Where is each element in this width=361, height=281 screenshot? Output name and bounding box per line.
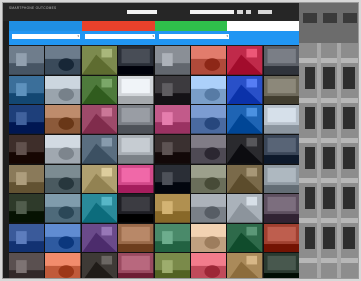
chevron-down-icon: ▾ xyxy=(77,34,79,38)
photo-thumbnail[interactable] xyxy=(9,105,45,134)
photo-thumbnail[interactable] xyxy=(190,105,227,134)
photo-thumbnail[interactable] xyxy=(81,194,118,223)
photo-thumbnail[interactable] xyxy=(227,164,263,194)
photo-thumbnail[interactable] xyxy=(227,253,263,278)
tab-3[interactable] xyxy=(155,21,227,31)
photo-thumbnail[interactable] xyxy=(190,164,227,194)
tab-1[interactable] xyxy=(9,21,82,31)
photo-thumbnail[interactable] xyxy=(45,164,81,194)
photo-thumbnail[interactable] xyxy=(118,194,154,223)
photo-thumbnail[interactable] xyxy=(154,134,190,164)
photo-thumbnail[interactable] xyxy=(45,105,81,134)
app-window: SMARTPHONE OUTCOMES ▾ ▾ ▾ xyxy=(2,2,359,279)
tab-2[interactable] xyxy=(82,21,155,31)
photo-thumbnail[interactable] xyxy=(263,194,299,223)
chevron-down-icon: ▾ xyxy=(152,34,154,38)
photo-thumbnail[interactable] xyxy=(118,105,154,134)
photo-thumbnail[interactable] xyxy=(9,134,45,164)
photo-thumbnail[interactable] xyxy=(81,134,118,164)
photo-thumbnail[interactable] xyxy=(81,105,118,134)
photo-thumbnail[interactable] xyxy=(154,253,190,278)
photo-thumbnail[interactable] xyxy=(154,105,190,134)
photo-thumbnail[interactable] xyxy=(263,46,299,75)
photo-thumbnail[interactable] xyxy=(118,134,154,164)
photo-thumbnail[interactable] xyxy=(45,134,81,164)
photo-thumbnail[interactable] xyxy=(227,46,263,75)
photo-thumbnail[interactable] xyxy=(154,223,190,253)
search-button[interactable] xyxy=(237,10,243,14)
photo-thumbnail[interactable] xyxy=(81,46,118,75)
photo-thumbnail[interactable] xyxy=(154,75,190,105)
filter-select-1[interactable]: ▾ xyxy=(12,34,80,39)
search-input-1[interactable] xyxy=(127,10,157,14)
building-photo xyxy=(299,3,358,278)
category-tabs xyxy=(9,21,299,31)
photo-thumbnail[interactable] xyxy=(227,223,263,253)
photo-thumbnail[interactable] xyxy=(118,253,154,278)
photo-thumbnail[interactable] xyxy=(227,134,263,164)
photo-thumbnail[interactable] xyxy=(154,194,190,223)
chevron-down-icon: ▾ xyxy=(226,34,228,38)
photo-thumbnail[interactable] xyxy=(9,46,45,75)
photo-thumbnail[interactable] xyxy=(154,46,190,75)
photo-thumbnail[interactable] xyxy=(190,134,227,164)
photo-thumbnail[interactable] xyxy=(118,46,154,75)
photo-thumbnail[interactable] xyxy=(45,253,81,278)
photo-thumbnail[interactable] xyxy=(190,46,227,75)
photo-thumbnail[interactable] xyxy=(45,194,81,223)
photo-thumbnail[interactable] xyxy=(118,223,154,253)
photo-thumbnail[interactable] xyxy=(263,134,299,164)
building-facade-image xyxy=(299,3,358,278)
photo-thumbnail[interactable] xyxy=(81,164,118,194)
photo-thumbnail[interactable] xyxy=(227,194,263,223)
photo-thumbnail[interactable] xyxy=(45,75,81,105)
photo-thumbnail[interactable] xyxy=(227,75,263,105)
photo-thumbnail[interactable] xyxy=(9,164,45,194)
photo-thumbnail[interactable] xyxy=(81,223,118,253)
photo-thumbnail[interactable] xyxy=(118,75,154,105)
photo-thumbnail[interactable] xyxy=(263,164,299,194)
photo-thumbnail[interactable] xyxy=(190,75,227,105)
photo-thumbnail[interactable] xyxy=(263,223,299,253)
filter-bar: ▾ ▾ ▾ xyxy=(9,31,299,45)
filter-button[interactable] xyxy=(246,10,251,14)
photo-thumbnail[interactable] xyxy=(45,223,81,253)
search-input-2[interactable] xyxy=(190,10,234,14)
photo-thumbnail[interactable] xyxy=(227,105,263,134)
photo-thumbnail[interactable] xyxy=(118,164,154,194)
photo-thumbnail[interactable] xyxy=(190,194,227,223)
photo-thumbnail[interactable] xyxy=(263,105,299,134)
photo-thumbnail[interactable] xyxy=(9,194,45,223)
go-button[interactable] xyxy=(258,10,272,14)
photo-thumbnail[interactable] xyxy=(190,223,227,253)
filter-select-3[interactable]: ▾ xyxy=(159,34,229,39)
photo-thumbnail[interactable] xyxy=(45,46,81,75)
photo-grid xyxy=(9,46,299,278)
photo-thumbnail[interactable] xyxy=(154,164,190,194)
photo-thumbnail[interactable] xyxy=(263,253,299,278)
photo-thumbnail[interactable] xyxy=(9,223,45,253)
photo-thumbnail[interactable] xyxy=(263,75,299,105)
app-title: SMARTPHONE OUTCOMES xyxy=(9,6,57,10)
filter-select-2[interactable]: ▾ xyxy=(85,34,155,39)
photo-thumbnail[interactable] xyxy=(190,253,227,278)
photo-thumbnail[interactable] xyxy=(81,75,118,105)
photo-thumbnail[interactable] xyxy=(9,75,45,105)
photo-thumbnail[interactable] xyxy=(9,253,45,278)
tab-4[interactable] xyxy=(227,21,299,31)
photo-thumbnail[interactable] xyxy=(81,253,118,278)
